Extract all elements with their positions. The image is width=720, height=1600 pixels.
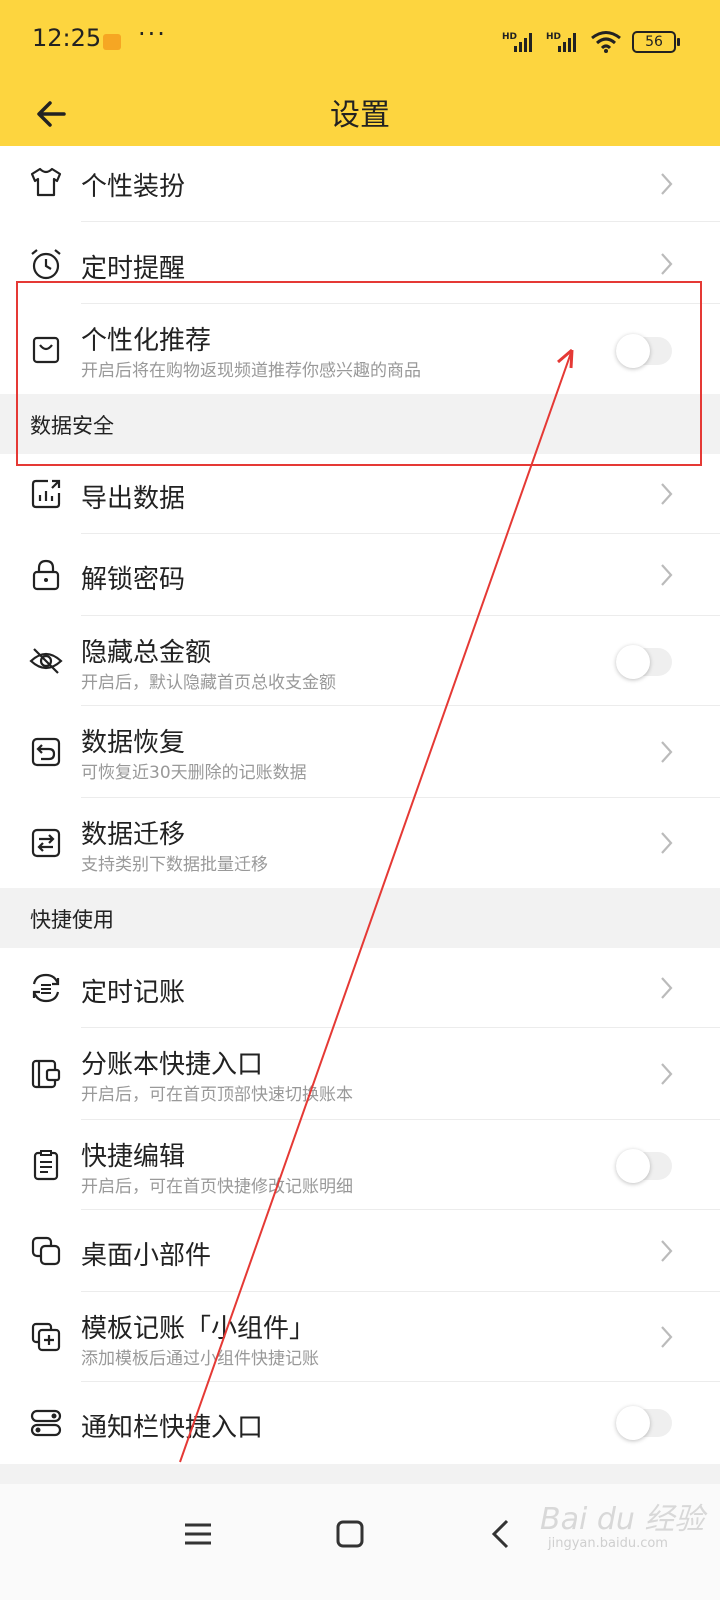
status-icons: HD HD 56: [502, 28, 680, 56]
settings-row-reminder[interactable]: 定时提醒: [0, 222, 720, 304]
settings-row-widget[interactable]: 桌面小部件: [0, 1210, 720, 1292]
status-time: 12:25: [32, 24, 102, 52]
hide-amount-toggle[interactable]: [616, 645, 672, 679]
settings-row-export[interactable]: 导出数据: [0, 454, 720, 534]
more-notifications-icon: ···: [138, 20, 167, 48]
clipboard-list-icon: [33, 1150, 59, 1181]
signal-icon-2: HD: [546, 32, 576, 52]
row-label: 解锁密码: [81, 565, 186, 595]
settings-row-migrate[interactable]: 数据迁移 支持类别下数据批量迁移: [0, 798, 720, 888]
toggle-knob: [616, 1406, 650, 1440]
toggle-knob: [616, 334, 650, 368]
toggle-knob: [616, 645, 650, 679]
chevron-right-icon: [661, 832, 673, 854]
section-title: 快捷使用: [30, 908, 114, 932]
notify-toggle[interactable]: [616, 1406, 672, 1440]
row-description: 可恢复近30天删除的记账数据: [81, 763, 307, 783]
settings-row-hide-amount[interactable]: 隐藏总金额 开启后，默认隐藏首页总收支金额: [0, 616, 720, 706]
row-label: 个性装扮: [81, 172, 186, 202]
settings-row-notify[interactable]: 通知栏快捷入口: [0, 1382, 720, 1464]
menu-icon[interactable]: [176, 1512, 220, 1556]
settings-row-unlock[interactable]: 解锁密码: [0, 534, 720, 616]
settings-row-sub-book[interactable]: 分账本快捷入口 开启后，可在首页顶部快速切换账本: [0, 1028, 720, 1120]
signal-icon: HD: [502, 32, 532, 52]
chevron-right-icon: [661, 741, 673, 763]
settings-row-scheduled[interactable]: 定时记账: [0, 948, 720, 1028]
row-label: 通知栏快捷入口: [81, 1413, 264, 1443]
row-description: 开启后将在购物返现频道推荐你感兴趣的商品: [81, 361, 421, 381]
row-description: 开启后，默认隐藏首页总收支金额: [81, 673, 336, 693]
battery-icon: 56: [632, 31, 680, 53]
settings-row-template[interactable]: 模板记账「小组件」 添加模板后通过小组件快捷记账: [0, 1292, 720, 1382]
section-header-data-security: 数据安全: [0, 394, 720, 454]
chevron-right-icon: [661, 253, 673, 275]
shirt-icon: [30, 167, 62, 197]
quick-edit-toggle[interactable]: [616, 1149, 672, 1183]
chevron-right-icon: [661, 564, 673, 586]
page-title: 设置: [330, 98, 390, 133]
settings-row-quick-edit[interactable]: 快捷编辑 开启后，可在首页快捷修改记账明细: [0, 1120, 720, 1210]
recurring-icon: [32, 973, 60, 1003]
chevron-right-icon: [661, 1240, 673, 1262]
row-label: 分账本快捷入口: [81, 1050, 264, 1080]
row-label: 桌面小部件: [81, 1241, 212, 1271]
signal-hd-label: HD: [502, 32, 517, 42]
alarm-clock-icon: [31, 249, 61, 280]
swap-arrows-icon: [31, 828, 61, 858]
shopping-bag-icon: [32, 336, 60, 364]
row-description: 开启后，可在首页快捷修改记账明细: [81, 1177, 353, 1197]
row-label: 快捷编辑: [81, 1142, 186, 1172]
section-header-quick-use: 快捷使用: [0, 888, 720, 948]
wallet-icon: [31, 1059, 61, 1089]
row-description: 支持类别下数据批量迁移: [81, 855, 268, 875]
chevron-right-icon: [661, 1063, 673, 1085]
widget-icon: [31, 1236, 61, 1266]
chevron-right-icon: [661, 977, 673, 999]
row-label: 定时记账: [81, 978, 186, 1008]
app-header: 设置: [0, 82, 720, 146]
settings-row-restore[interactable]: 数据恢复 可恢复近30天删除的记账数据: [0, 706, 720, 798]
lock-icon: [32, 559, 60, 591]
signal-hd-label-2: HD: [546, 32, 561, 42]
status-bar: 12:25 ··· HD HD 56: [0, 0, 720, 82]
row-label: 数据迁移: [81, 820, 186, 850]
export-chart-icon: [31, 479, 61, 509]
toggle-knob: [616, 1149, 650, 1183]
eye-hidden-icon: [29, 648, 63, 674]
row-description: 开启后，可在首页顶部快速切换账本: [81, 1085, 353, 1105]
back-chevron-icon[interactable]: [480, 1512, 524, 1556]
section-title: 数据安全: [30, 414, 114, 438]
notification-icon: [103, 34, 121, 50]
watermark-url: jingyan.baidu.com: [548, 1536, 668, 1551]
settings-row-theme[interactable]: 个性装扮: [0, 146, 720, 222]
row-label: 数据恢复: [81, 728, 186, 758]
row-label: 个性化推荐: [81, 326, 212, 356]
row-label: 隐藏总金额: [81, 638, 212, 668]
row-label: 定时提醒: [81, 254, 186, 284]
restore-icon: [31, 737, 61, 767]
chevron-right-icon: [661, 483, 673, 505]
chevron-right-icon: [661, 1326, 673, 1348]
wifi-icon: [591, 31, 621, 53]
watermark-logo: Bai du 经验: [540, 1502, 705, 1537]
home-square-icon[interactable]: [328, 1512, 372, 1556]
personalized-toggle[interactable]: [616, 334, 672, 368]
row-label: 模板记账「小组件」: [81, 1314, 316, 1344]
chevron-right-icon: [661, 173, 673, 195]
settings-row-personalized[interactable]: 个性化推荐 开启后将在购物返现频道推荐你感兴趣的商品: [0, 304, 720, 394]
row-description: 添加模板后通过小组件快捷记账: [81, 1349, 319, 1369]
row-label: 导出数据: [81, 484, 186, 514]
add-template-icon: [31, 1322, 61, 1352]
notification-toggle-icon: [30, 1409, 62, 1437]
